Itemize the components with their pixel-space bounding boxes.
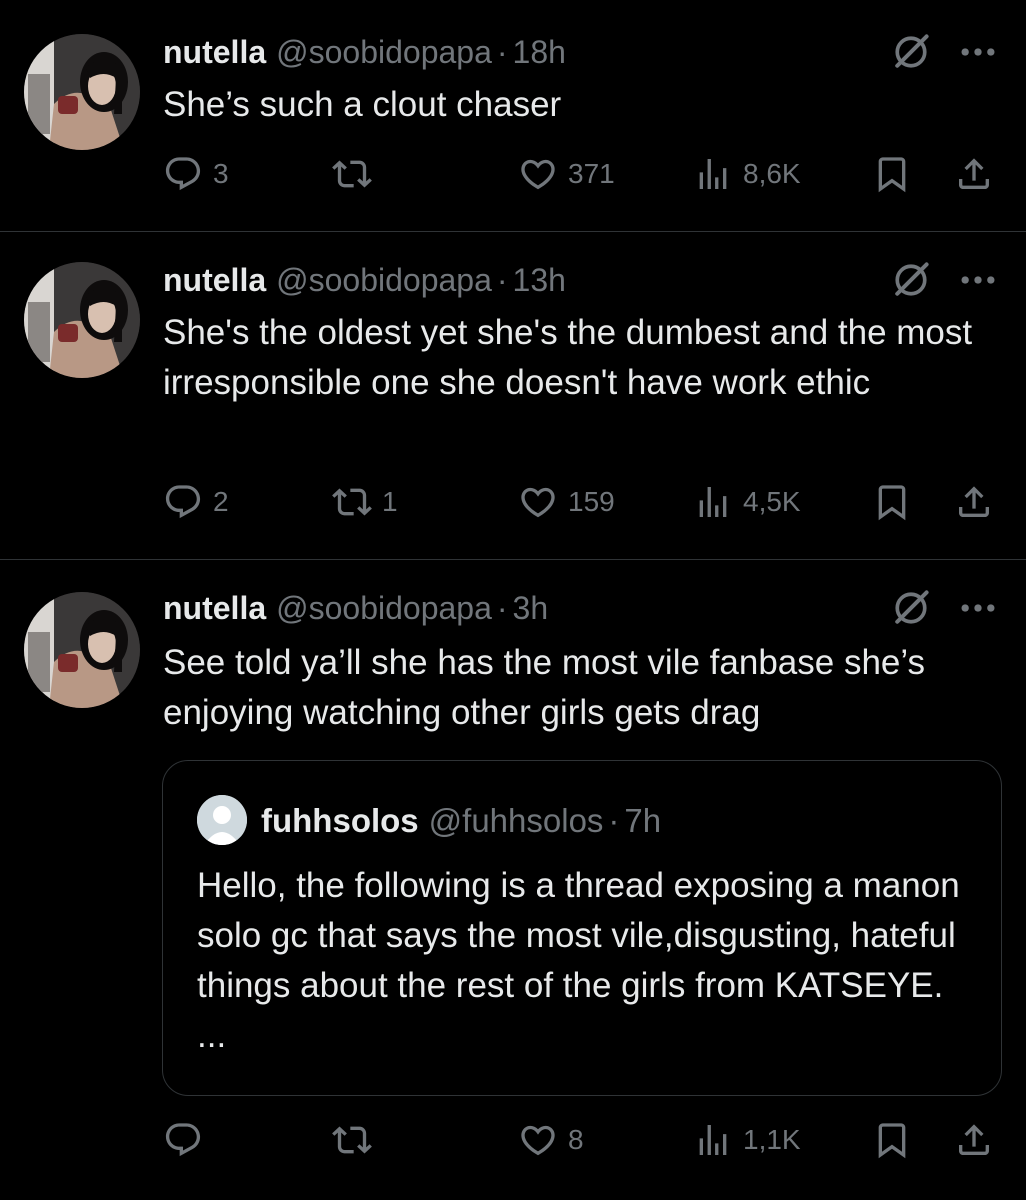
like-count: 371: [568, 158, 615, 189]
grok-icon[interactable]: [889, 30, 933, 74]
tweet-header: nutella @soobidopapa · 13h: [163, 260, 566, 300]
reply-count: 2: [213, 486, 229, 517]
reply-icon: [163, 482, 203, 522]
more-icon[interactable]: [956, 258, 1000, 302]
timestamp[interactable]: 13h: [513, 262, 566, 299]
bookmark-icon: [872, 482, 912, 522]
repost-count: 1: [382, 486, 398, 517]
tweet-header: nutella @soobidopapa · 18h: [163, 32, 566, 72]
view-count: 4,5K: [743, 486, 801, 517]
bookmark-button[interactable]: [872, 478, 912, 526]
share-icon: [954, 154, 994, 194]
grok-icon[interactable]: [889, 586, 933, 630]
reply-count: 3: [213, 158, 229, 189]
timestamp[interactable]: 18h: [513, 34, 566, 71]
tweet-text: See told ya’ll she has the most vile fan…: [163, 643, 926, 732]
timestamp[interactable]: 3h: [513, 590, 549, 627]
quoted-text: Hello, the following is a thread exposin…: [197, 866, 960, 1055]
quoted-user-handle[interactable]: @fuhhsolos: [429, 802, 604, 840]
display-name[interactable]: nutella: [163, 262, 266, 299]
repost-icon: [332, 1120, 372, 1160]
tweet-text: She’s such a clout chaser: [163, 85, 562, 124]
quoted-timestamp[interactable]: 7h: [624, 802, 661, 840]
reply-button[interactable]: 2: [163, 478, 229, 526]
user-handle[interactable]: @soobidopapa: [276, 34, 492, 71]
view-count: 1,1K: [743, 1124, 801, 1155]
action-bar: 2 1 159 4,5K: [0, 478, 1026, 526]
bookmark-icon: [872, 1120, 912, 1160]
share-icon: [954, 482, 994, 522]
avatar[interactable]: [24, 592, 140, 708]
views-button[interactable]: 4,5K: [693, 478, 801, 526]
tweet-1[interactable]: nutella @soobidopapa · 18h She’s such a …: [0, 0, 1026, 232]
separator-dot: ·: [496, 589, 508, 626]
reply-button[interactable]: [163, 1116, 213, 1164]
repost-button[interactable]: [332, 150, 382, 198]
views-icon: [693, 154, 733, 194]
repost-icon: [332, 482, 372, 522]
default-avatar[interactable]: [197, 795, 247, 845]
views-button[interactable]: 8,6K: [693, 150, 801, 198]
default-avatar-icon: [197, 795, 247, 845]
reply-icon: [163, 1120, 203, 1160]
like-button[interactable]: 8: [518, 1116, 584, 1164]
share-button[interactable]: [954, 478, 994, 526]
display-name[interactable]: nutella: [163, 590, 266, 627]
repost-button[interactable]: 1: [332, 478, 398, 526]
grok-icon[interactable]: [889, 258, 933, 302]
user-handle[interactable]: @soobidopapa: [276, 590, 492, 627]
avatar-image: [24, 34, 140, 150]
separator-dot: ·: [608, 802, 620, 839]
views-icon: [693, 482, 733, 522]
repost-button[interactable]: [332, 1116, 382, 1164]
heart-icon: [518, 154, 558, 194]
view-count: 8,6K: [743, 158, 801, 189]
reply-button[interactable]: 3: [163, 150, 229, 198]
share-button[interactable]: [954, 1116, 994, 1164]
repost-icon: [332, 154, 372, 194]
action-bar: 3 371 8,6K: [0, 150, 1026, 198]
like-count: 159: [568, 486, 615, 517]
quoted-header: fuhhsolos @fuhhsolos · 7h: [261, 799, 661, 843]
share-button[interactable]: [954, 150, 994, 198]
like-count: 8: [568, 1124, 584, 1155]
views-icon: [693, 1120, 733, 1160]
separator-dot: ·: [496, 33, 508, 70]
avatar-image: [24, 262, 140, 378]
user-handle[interactable]: @soobidopapa: [276, 262, 492, 299]
separator-dot: ·: [496, 261, 508, 298]
more-icon[interactable]: [956, 586, 1000, 630]
heart-icon: [518, 1120, 558, 1160]
avatar-image: [24, 592, 140, 708]
quoted-display-name[interactable]: fuhhsolos: [261, 802, 419, 840]
tweet-header: nutella @soobidopapa · 3h: [163, 588, 548, 628]
like-button[interactable]: 159: [518, 478, 615, 526]
quoted-tweet[interactable]: fuhhsolos @fuhhsolos · 7h Hello, the fol…: [162, 760, 1002, 1096]
tweet-text: She's the oldest yet she's the dumbest a…: [163, 313, 973, 402]
avatar[interactable]: [24, 262, 140, 378]
display-name[interactable]: nutella: [163, 34, 266, 71]
views-button[interactable]: 1,1K: [693, 1116, 801, 1164]
tweet-2[interactable]: nutella @soobidopapa · 13h She's the old…: [0, 232, 1026, 560]
more-icon[interactable]: [956, 30, 1000, 74]
action-bar: 8 1,1K: [0, 1116, 1026, 1164]
bookmark-button[interactable]: [872, 150, 912, 198]
bookmark-icon: [872, 154, 912, 194]
reply-icon: [163, 154, 203, 194]
bookmark-button[interactable]: [872, 1116, 912, 1164]
like-button[interactable]: 371: [518, 150, 615, 198]
avatar[interactable]: [24, 34, 140, 150]
share-icon: [954, 1120, 994, 1160]
heart-icon: [518, 482, 558, 522]
